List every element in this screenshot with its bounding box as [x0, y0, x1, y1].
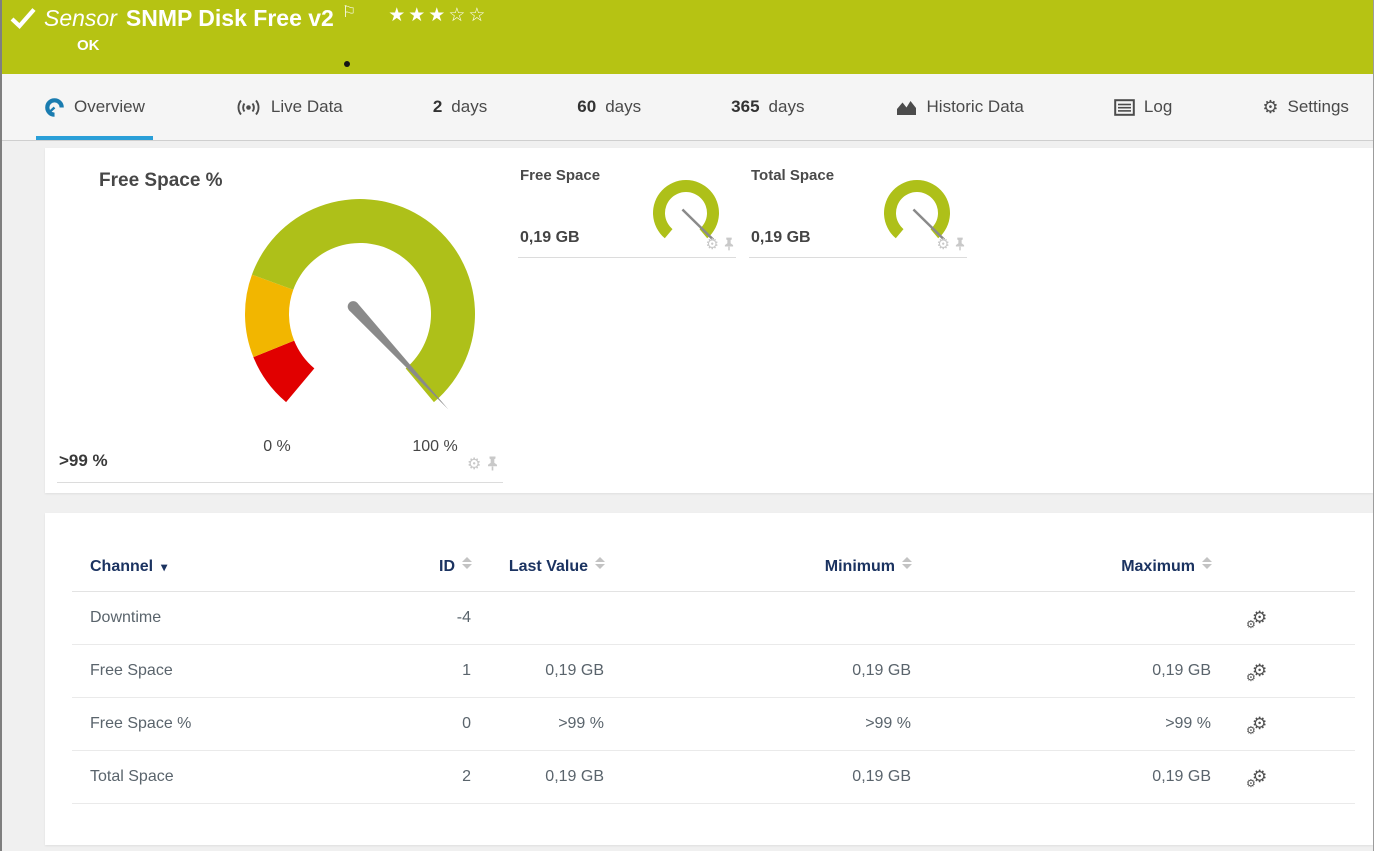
channel-row[interactable]: Downtime -4 ⚙ ⚙	[72, 591, 1355, 645]
channel-id: -4	[362, 591, 472, 645]
channel-last-value: 0,19 GB	[472, 750, 605, 804]
mini-gauge-panel: Free Space 0,19 GB ⚙	[518, 165, 736, 258]
star-filled-icon[interactable]: ★	[428, 4, 448, 26]
channel-settings-gear-icon[interactable]: ⚙ ⚙	[1246, 661, 1267, 684]
sensor-status-text: OK	[77, 37, 100, 54]
channel-maximum: 0,19 GB	[912, 750, 1212, 804]
pin-icon[interactable]	[724, 237, 734, 251]
channel-minimum: 0,19 GB	[605, 644, 912, 698]
tab-live-data[interactable]: Live Data	[227, 74, 351, 140]
mini-gauge-title: Total Space	[751, 167, 835, 184]
broadcast-icon	[235, 98, 262, 117]
channel-settings-gear-icon[interactable]: ⚙ ⚙	[1246, 767, 1267, 790]
sort-arrows-icon	[462, 557, 472, 569]
tab-log[interactable]: Log	[1106, 74, 1180, 140]
channel-name: Free Space	[72, 644, 362, 698]
channel-name: Downtime	[72, 591, 362, 645]
tab-60-days[interactable]: 60 days	[569, 74, 649, 140]
prtg-sensor-page: Sensor SNMP Disk Free v2 ⚐ ★★★☆☆ OK Over…	[0, 0, 1374, 851]
rating-stars[interactable]: ★★★☆☆	[388, 4, 488, 26]
mini-gauge-title: Free Space	[520, 167, 601, 184]
primary-gauge-divider	[57, 482, 503, 483]
channel-row[interactable]: Total Space 2 0,19 GB 0,19 GB 0,19 GB ⚙ ⚙	[72, 750, 1355, 804]
channel-last-value: 0,19 GB	[472, 644, 605, 698]
channel-minimum	[605, 591, 912, 645]
channels-table-header-row: Channel ▾ ID Last Value Minimum Maximum	[72, 557, 1355, 592]
sort-arrows-icon	[1202, 557, 1212, 569]
tab-settings[interactable]: ⚙ Settings	[1254, 74, 1357, 140]
sensor-type-label: Sensor	[44, 5, 117, 31]
mini-gauge-value: 0,19 GB	[520, 229, 580, 246]
gear-icon[interactable]: ⚙	[937, 235, 950, 253]
primary-gauge-value: >99 %	[59, 451, 108, 470]
gauge-icon	[44, 97, 65, 118]
channel-row[interactable]: Free Space % 0 >99 % >99 % >99 % ⚙ ⚙	[72, 697, 1355, 751]
channels-table: Channel▾ ID Last Value Minimum Maximum	[72, 557, 1355, 804]
mini-gauge-panel: Total Space 0,19 GB ⚙	[749, 165, 967, 258]
channel-minimum: 0,19 GB	[605, 750, 912, 804]
channel-name: Total Space	[72, 750, 362, 804]
sensor-header: Sensor SNMP Disk Free v2 ⚐ ★★★☆☆ OK	[2, 0, 1373, 74]
channel-maximum: >99 %	[912, 697, 1212, 751]
column-header-channel[interactable]: Channel ▾	[72, 557, 362, 592]
star-filled-icon[interactable]: ★	[408, 4, 428, 26]
caret-down-icon: ▾	[161, 560, 168, 574]
overview-content: Free Space % 0 % 100 % >99 % ⚙ Free Spac…	[2, 141, 1373, 851]
primary-gauge	[245, 198, 476, 410]
column-header-maximum[interactable]: Maximum	[912, 557, 1212, 592]
tab-overview[interactable]: Overview	[36, 74, 153, 140]
gear-icon[interactable]: ⚙	[467, 454, 481, 473]
sensor-tabbar: Overview Live Data 2 days 60 days 365 da…	[2, 74, 1373, 141]
channel-name: Free Space %	[72, 697, 362, 751]
star-empty-icon[interactable]: ☆	[448, 4, 468, 26]
sensor-name: SNMP Disk Free v2	[125, 5, 334, 31]
channel-id: 0	[362, 697, 472, 751]
column-header-actions	[1212, 557, 1355, 592]
gauges-card: Free Space % 0 % 100 % >99 % ⚙ Free Spac…	[45, 148, 1373, 493]
pin-icon[interactable]	[955, 237, 965, 251]
tab-365-days[interactable]: 365 days	[723, 74, 812, 140]
status-ok-check-icon	[10, 7, 36, 31]
star-filled-icon[interactable]: ★	[388, 4, 408, 26]
channels-card: Channel▾ ID Last Value Minimum Maximum	[45, 513, 1373, 845]
column-header-last-value[interactable]: Last Value	[472, 557, 605, 592]
gauge-scale-min-label: 0 %	[263, 438, 291, 455]
channel-id: 2	[362, 750, 472, 804]
priority-flag-icon[interactable]: ⚐	[342, 2, 356, 21]
tab-historic-data[interactable]: Historic Data	[887, 74, 1032, 140]
area-chart-icon	[895, 98, 918, 117]
gauge-scale-max-label: 100 %	[412, 438, 458, 455]
channel-settings-gear-icon[interactable]: ⚙ ⚙	[1246, 714, 1267, 737]
tab-2-days[interactable]: 2 days	[425, 74, 495, 140]
channel-last-value	[472, 591, 605, 645]
pin-icon[interactable]	[487, 456, 498, 471]
log-icon	[1114, 98, 1135, 116]
channel-row[interactable]: Free Space 1 0,19 GB 0,19 GB 0,19 GB ⚙ ⚙	[72, 644, 1355, 698]
gear-icon: ⚙	[1262, 96, 1279, 118]
column-header-minimum[interactable]: Minimum	[605, 557, 912, 592]
gear-icon[interactable]: ⚙	[706, 235, 719, 253]
channel-minimum: >99 %	[605, 697, 912, 751]
channel-maximum: 0,19 GB	[912, 644, 1212, 698]
channel-last-value: >99 %	[472, 697, 605, 751]
mini-gauge-value: 0,19 GB	[751, 229, 811, 246]
sort-arrows-icon	[902, 557, 912, 569]
column-header-id[interactable]: ID	[362, 557, 472, 592]
star-empty-icon[interactable]: ☆	[468, 4, 488, 26]
marker-dot	[344, 61, 350, 67]
channel-maximum	[912, 591, 1212, 645]
primary-gauge-title: Free Space %	[99, 170, 223, 191]
channel-id: 1	[362, 644, 472, 698]
channel-settings-gear-icon[interactable]: ⚙ ⚙	[1246, 608, 1267, 631]
sort-arrows-icon	[595, 557, 605, 569]
